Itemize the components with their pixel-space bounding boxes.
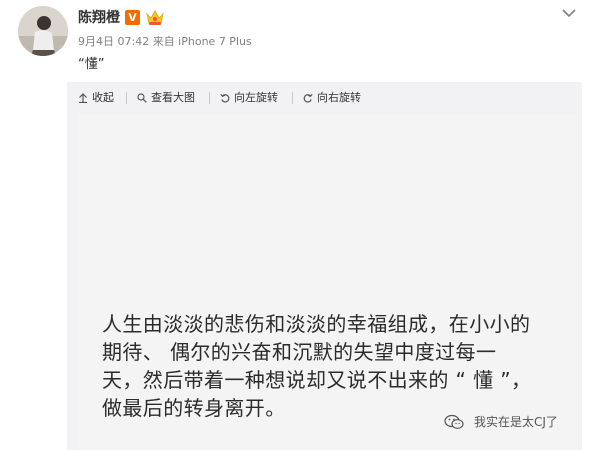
chevron-down-icon[interactable] xyxy=(562,8,576,18)
post-text: “懂” xyxy=(78,57,105,72)
avatar[interactable] xyxy=(18,6,68,56)
vip-crown-icon xyxy=(146,10,164,25)
divider xyxy=(209,92,210,104)
post-meta: 9月4日 07:42 来自 iPhone 7 Plus xyxy=(78,35,252,48)
divider xyxy=(292,92,293,104)
rotate-left-label: 向左旋转 xyxy=(234,91,278,104)
avatar-image xyxy=(18,6,68,56)
rotate-right-label: 向右旋转 xyxy=(317,91,361,104)
magnifier-icon xyxy=(137,93,147,103)
collapse-label: 收起 xyxy=(92,91,114,104)
quote-line: 天，然后带着一种想说却又说不出来的 “ 懂 ”， xyxy=(102,368,532,392)
view-large-label: 查看大图 xyxy=(151,91,195,104)
post-image[interactable]: 人生由淡淡的悲伤和淡淡的幸福组成，在小小的 期待、 偶尔的兴奋和沉默的失望中度过… xyxy=(78,114,576,450)
watermark-label: 我实在是太CJ了 xyxy=(474,415,558,429)
quote-line: 人生由淡淡的悲伤和淡淡的幸福组成，在小小的 xyxy=(102,312,531,336)
weibo-post: 陈翔橙 V 9月4日 07:42 来自 iPhone 7 Plus “懂” 收起… xyxy=(0,0,595,450)
rotate-right-icon xyxy=(303,93,313,103)
username[interactable]: 陈翔橙 xyxy=(78,9,120,27)
image-quote: 人生由淡淡的悲伤和淡淡的幸福组成，在小小的 期待、 偶尔的兴奋和沉默的失望中度过… xyxy=(102,310,572,422)
quote-line: 期待、 偶尔的兴奋和沉默的失望中度过每一 xyxy=(102,340,497,364)
wechat-icon xyxy=(444,414,464,429)
arrow-up-icon xyxy=(79,93,87,103)
verified-badge-icon: V xyxy=(125,10,140,25)
divider xyxy=(126,92,127,104)
rotate-left-icon xyxy=(220,93,230,103)
